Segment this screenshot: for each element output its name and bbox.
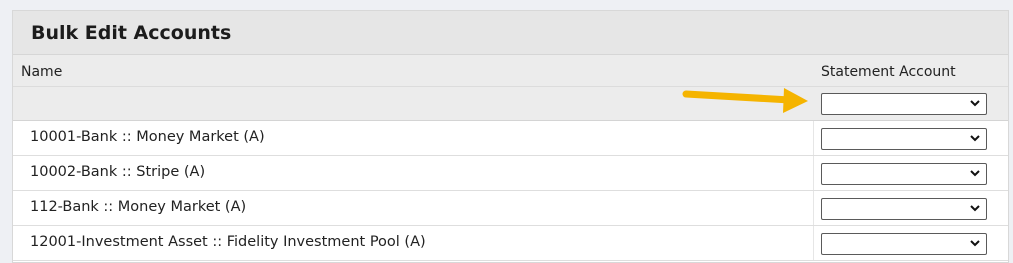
chevron-down-icon [970,100,980,107]
statement-account-select[interactable] [821,233,987,255]
chevron-down-icon [970,135,980,142]
bulk-set-row [13,87,1008,121]
column-divider [813,191,814,225]
table-header: Name Statement Account [13,55,1008,87]
chevron-down-icon [970,240,980,247]
account-name: 12001-Investment Asset :: Fidelity Inves… [30,234,426,250]
statement-account-select[interactable] [821,198,987,220]
statement-account-select[interactable] [821,128,987,150]
column-header-statement-account: Statement Account [821,64,956,80]
column-divider [813,226,814,260]
column-divider [813,121,814,155]
column-divider [813,156,814,190]
table-row: 10001-Bank :: Money Market (A) [13,121,1008,156]
table-row: 12001-Investment Asset :: Fidelity Inves… [13,226,1008,261]
account-name: 10001-Bank :: Money Market (A) [30,129,265,145]
bulk-statement-account-select[interactable] [821,93,987,115]
panel-header: Bulk Edit Accounts [13,11,1008,55]
page-title: Bulk Edit Accounts [31,21,232,44]
bulk-edit-panel: Bulk Edit Accounts Name Statement Accoun… [12,10,1009,263]
table-row: 10002-Bank :: Stripe (A) [13,156,1008,191]
account-name: 10002-Bank :: Stripe (A) [30,164,206,180]
statement-account-select[interactable] [821,163,987,185]
column-header-name: Name [21,64,63,80]
table-row: 112-Bank :: Money Market (A) [13,191,1008,226]
chevron-down-icon [970,205,980,212]
account-name: 112-Bank :: Money Market (A) [30,199,247,215]
chevron-down-icon [970,170,980,177]
arrow-annotation-icon [682,88,808,113]
